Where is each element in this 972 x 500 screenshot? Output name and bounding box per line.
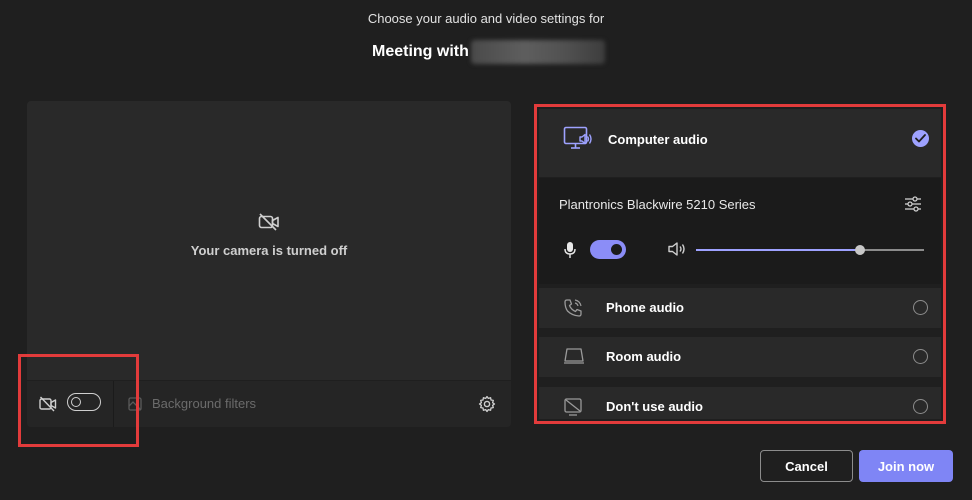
phone-audio-option[interactable]: Phone audio — [539, 288, 941, 328]
computer-audio-option[interactable]: Computer audio — [539, 109, 941, 177]
volume-thumb[interactable] — [855, 245, 866, 255]
no-audio-icon — [564, 398, 582, 416]
camera-off-icon — [39, 396, 57, 412]
video-controls-bar: Background filters — [27, 380, 511, 427]
audio-device-section: Plantronics Blackwire 5210 Series — [539, 178, 941, 284]
room-audio-option[interactable]: Room audio — [539, 337, 941, 377]
speaker-volume-slider[interactable] — [696, 245, 924, 255]
phone-audio-radio[interactable] — [913, 300, 928, 315]
camera-toggle-knob — [71, 396, 81, 407]
join-now-button[interactable]: Join now — [859, 450, 953, 482]
no-audio-option[interactable]: Don't use audio — [539, 387, 941, 419]
device-settings-icon[interactable] — [904, 195, 922, 213]
selected-check-icon — [912, 130, 929, 147]
camera-toggle[interactable] — [67, 393, 101, 411]
prejoin-screen: Choose your audio and video settings for… — [0, 0, 972, 500]
background-filters-button[interactable]: Background filters — [152, 396, 256, 411]
gear-icon[interactable] — [478, 395, 496, 413]
microphone-toggle[interactable] — [590, 240, 626, 259]
computer-audio-label: Computer audio — [608, 132, 708, 147]
controls-divider — [113, 381, 114, 427]
background-filters-icon — [128, 397, 142, 411]
cancel-button[interactable]: Cancel — [760, 450, 853, 482]
meeting-title: Meeting with — [372, 40, 605, 64]
computer-audio-icon — [563, 126, 592, 149]
phone-icon — [564, 299, 582, 317]
no-audio-label: Don't use audio — [606, 399, 703, 414]
room-audio-radio[interactable] — [913, 349, 928, 364]
audio-device-name[interactable]: Plantronics Blackwire 5210 Series — [559, 197, 756, 212]
redacted-organizer-name — [470, 40, 605, 64]
no-audio-radio[interactable] — [913, 399, 928, 414]
audio-settings-panel: Computer audio Plantronics Blackwire 521… — [539, 109, 941, 419]
speaker-icon — [668, 242, 685, 256]
video-preview-panel: Your camera is turned off Background fil… — [27, 101, 511, 427]
volume-fill — [696, 249, 861, 251]
meeting-title-text: Meeting with — [372, 43, 469, 60]
camera-status-text: Your camera is turned off — [190, 243, 348, 258]
camera-off-icon — [258, 213, 279, 231]
camera-off-message: Your camera is turned off — [27, 213, 511, 258]
microphone-toggle-knob — [611, 244, 622, 255]
phone-audio-label: Phone audio — [606, 300, 684, 315]
room-display-icon — [564, 348, 584, 364]
microphone-icon — [564, 242, 576, 258]
room-audio-label: Room audio — [606, 349, 682, 364]
header-subtitle: Choose your audio and video settings for — [367, 11, 605, 26]
